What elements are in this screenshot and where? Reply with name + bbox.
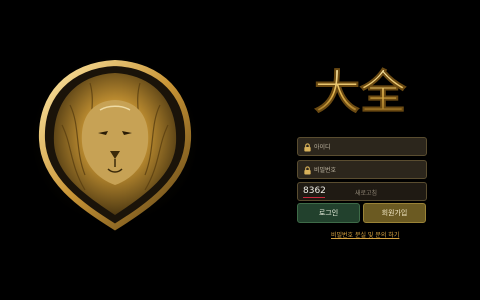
golden-lion-emblem-icon bbox=[38, 59, 192, 231]
captcha-field[interactable]: 8362 새로고침 bbox=[297, 182, 427, 201]
id-field[interactable]: 아이디 bbox=[297, 137, 427, 156]
password-placeholder: 비밀번호 bbox=[314, 167, 337, 174]
lock-icon bbox=[304, 166, 311, 175]
password-field[interactable]: 비밀번호 bbox=[297, 160, 427, 179]
login-button[interactable]: 로그인 bbox=[297, 203, 360, 223]
id-placeholder: 아이디 bbox=[314, 144, 331, 151]
lock-icon bbox=[304, 143, 311, 152]
captcha-code: 8362 bbox=[303, 186, 326, 196]
captcha-refresh-label[interactable]: 새로고침 bbox=[355, 188, 377, 197]
brand-logo: 大全 bbox=[314, 65, 408, 118]
find-password-link[interactable]: 비밀번호 분실 및 문의 하기 bbox=[331, 230, 399, 239]
join-button[interactable]: 회원가입 bbox=[363, 203, 426, 223]
brand-logo-text: 大全 bbox=[314, 65, 407, 118]
captcha-underline bbox=[303, 197, 325, 198]
